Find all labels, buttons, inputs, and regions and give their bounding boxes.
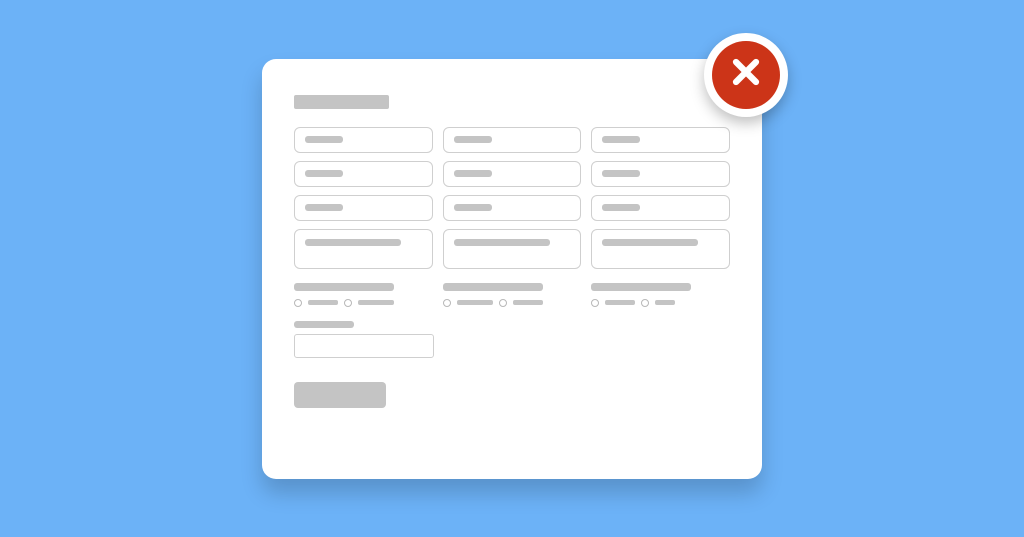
- form-title: [294, 95, 389, 109]
- input-field[interactable]: [294, 161, 433, 187]
- field-grid: [294, 127, 730, 269]
- radio-group-row: [294, 283, 730, 307]
- radio-group: [591, 283, 730, 307]
- input-field[interactable]: [591, 161, 730, 187]
- input-field[interactable]: [294, 195, 433, 221]
- textarea-field[interactable]: [591, 229, 730, 269]
- radio-group: [443, 283, 582, 307]
- radio-label: [655, 300, 675, 305]
- radio-option[interactable]: [591, 299, 599, 307]
- extra-field-block: [294, 321, 730, 358]
- input-field[interactable]: [591, 127, 730, 153]
- radio-option[interactable]: [499, 299, 507, 307]
- input-field[interactable]: [294, 334, 434, 358]
- submit-button[interactable]: [294, 382, 386, 408]
- error-badge: [704, 33, 788, 117]
- input-field[interactable]: [443, 195, 582, 221]
- radio-option[interactable]: [344, 299, 352, 307]
- input-field[interactable]: [591, 195, 730, 221]
- radio-label: [513, 300, 543, 305]
- textarea-field[interactable]: [294, 229, 433, 269]
- input-field[interactable]: [443, 161, 582, 187]
- error-badge-inner: [712, 41, 780, 109]
- radio-label: [605, 300, 635, 305]
- group-label: [294, 283, 394, 291]
- radio-label: [358, 300, 394, 305]
- radio-label: [457, 300, 493, 305]
- field-label: [294, 321, 354, 328]
- radio-option[interactable]: [641, 299, 649, 307]
- close-icon: [731, 57, 761, 92]
- radio-option[interactable]: [294, 299, 302, 307]
- form-card: [262, 59, 762, 479]
- radio-group: [294, 283, 433, 307]
- radio-option[interactable]: [443, 299, 451, 307]
- radio-label: [308, 300, 338, 305]
- group-label: [591, 283, 691, 291]
- textarea-field[interactable]: [443, 229, 582, 269]
- group-label: [443, 283, 543, 291]
- input-field[interactable]: [294, 127, 433, 153]
- input-field[interactable]: [443, 127, 582, 153]
